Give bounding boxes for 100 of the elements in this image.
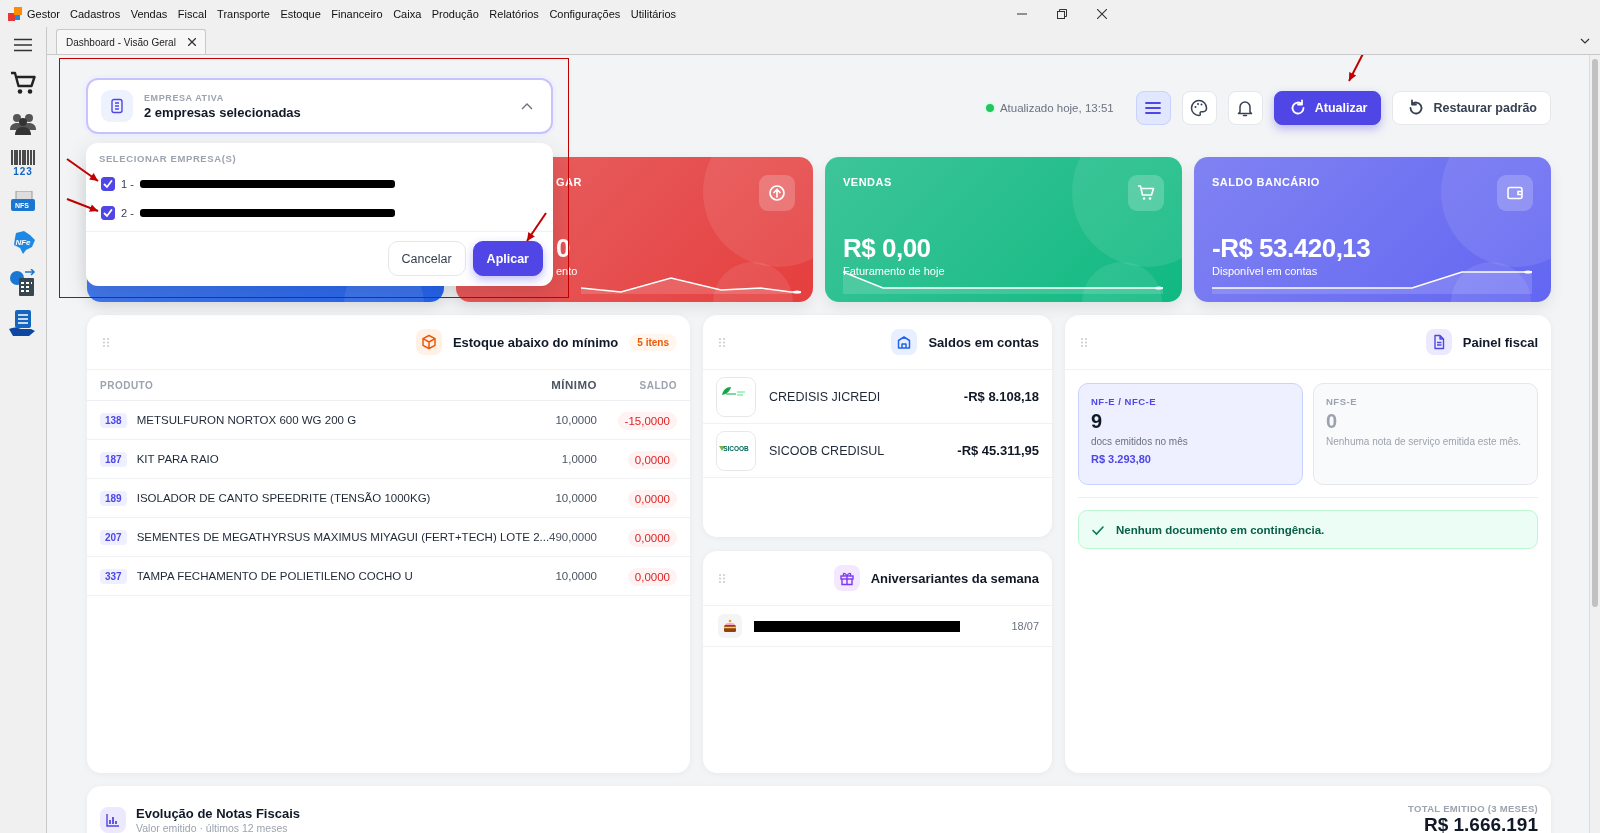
tab-label[interactable]: Dashboard - Visão Geral [66, 36, 176, 48]
menu-item[interactable]: Caixa [393, 7, 422, 20]
menu-item[interactable]: Produção [431, 7, 479, 20]
checkbox[interactable] [101, 176, 115, 191]
bank-logo [716, 376, 756, 417]
document-count: 9 [1091, 410, 1104, 433]
scrollbar-thumb[interactable] [1592, 59, 1598, 607]
drag-handle-icon[interactable] [1081, 337, 1087, 347]
card-title: VENDAS [843, 176, 892, 188]
menu-item[interactable]: Cadastros [70, 7, 121, 20]
drag-handle-icon[interactable] [719, 337, 725, 347]
card-caption: docs emitidos no mês [1091, 435, 1189, 448]
menu-item[interactable]: Relatórios [489, 7, 539, 20]
menu-button[interactable] [1135, 91, 1171, 125]
column-header: SALDO [638, 379, 677, 391]
menu-item[interactable]: Configurações [549, 7, 621, 20]
card-label: NF-E / NFC-E [1091, 396, 1158, 407]
menu-item[interactable]: Transporte [217, 7, 270, 20]
field-value: 2 empresas selecionadas [144, 104, 302, 120]
tab[interactable]: Dashboard - Visão Geral [56, 29, 206, 54]
balance-badge: 0,0000 [627, 489, 677, 508]
product-name: KIT PARA RAIO [136, 453, 219, 465]
document-count: 0 [1326, 410, 1339, 433]
panel-subtitle: Valor emitido · últimos 12 meses [136, 822, 289, 833]
balance-badge: -15,0000 [617, 411, 677, 430]
product-name: TAMPA FECHAMENTO DE POLIETILENO COCHO U [136, 570, 413, 582]
minimum-value: 10,0000 [555, 414, 597, 426]
total-value: R$ 1.666.191 [1422, 814, 1538, 833]
gift-icon [833, 565, 860, 591]
checkmark-icon [103, 178, 113, 189]
menu-item[interactable]: Vendas [130, 7, 168, 20]
code-badge: 187 [100, 451, 127, 467]
bank-icon [891, 329, 918, 355]
checkbox[interactable] [101, 205, 115, 220]
code-badge: 138 [100, 412, 127, 428]
apply-button[interactable]: Aplicar [472, 241, 543, 276]
card-value: R$ 0,00 [843, 233, 932, 264]
menu-icon[interactable] [14, 38, 32, 52]
menu-item[interactable]: Estoque [280, 7, 321, 20]
close-icon[interactable] [187, 38, 196, 46]
panel-title: Evolução de Notas Fiscais [136, 806, 300, 821]
menu-item[interactable]: Fiscal [177, 7, 207, 20]
card-subtitle: ento [556, 265, 579, 277]
palette-icon [1189, 98, 1210, 118]
minimum-value: 490,0000 [549, 531, 597, 543]
close-icon[interactable] [1097, 8, 1107, 19]
restore-window-icon[interactable] [1057, 8, 1067, 19]
chevron-down-icon[interactable] [1580, 38, 1590, 44]
cart-icon [1128, 175, 1164, 211]
product-name: SEMENTES DE MEGATHYRSUS MAXIMUS MIYAGUI (FERT+TECH) LOTE 2... [136, 531, 550, 543]
drag-handle-icon[interactable] [719, 573, 725, 583]
fiscal-card[interactable]: NF-E / NFC-E 9 docs emitidos no mês R$ 3.293,80 [1078, 383, 1303, 485]
chevron-up-icon [521, 102, 533, 110]
birthday-date: 18/07 [1011, 620, 1039, 632]
wallet-icon [1497, 175, 1533, 211]
account-name: CREDISIS JICREDI [769, 389, 882, 404]
palette-button[interactable] [1181, 91, 1217, 125]
option-label[interactable]: 2 - [121, 206, 134, 219]
refresh-button[interactable]: Atualizar [1273, 91, 1382, 125]
money-hand-icon[interactable] [9, 309, 37, 337]
menu-item[interactable]: Financeiro [331, 7, 383, 20]
code-badge: 337 [100, 568, 127, 584]
account-balance: -R$ 8.108,18 [963, 389, 1039, 404]
minimum-value: 10,0000 [555, 570, 597, 582]
account-name: SICOOB CREDISUL [769, 443, 886, 458]
drag-handle-icon[interactable] [103, 337, 109, 347]
field-label: EMPRESA ATIVA [144, 92, 225, 103]
balance-badge: 0,0000 [627, 528, 677, 547]
app-name: Gestor [27, 7, 60, 20]
product-name: ISOLADOR DE CANTO SPEEDRITE (TENSÃO 1000KG) [136, 492, 431, 504]
card-value: -R$ 53.420,13 [1212, 233, 1372, 264]
column-header: PRODUTO [100, 379, 155, 391]
cart-icon[interactable] [10, 71, 36, 95]
cancel-button[interactable]: Cancelar [387, 241, 466, 276]
option-label[interactable]: 1 - [121, 177, 134, 190]
card-label: NFS-E [1326, 396, 1358, 407]
card-title: SALDO BANCÁRIO [1212, 176, 1320, 188]
card-caption: Nenhuma nota de serviço emitida este mês. [1326, 435, 1523, 448]
bell-button[interactable] [1227, 91, 1263, 125]
restore-default-button[interactable]: Restaurar padrão [1392, 91, 1551, 125]
document-icon [1425, 329, 1452, 355]
panel-title: Estoque abaixo do mínimo [452, 334, 619, 350]
card-subtitle: Faturamento de hoje [843, 265, 946, 277]
status-text: Atualizado hoje, 13:51 [999, 102, 1114, 114]
panel-title: Painel fiscal [1462, 334, 1538, 350]
card-title: GAR [556, 176, 582, 188]
count-badge: 5 itens [629, 333, 677, 351]
cake-icon [718, 614, 742, 638]
list-icon [101, 90, 133, 122]
people-icon[interactable] [10, 111, 36, 135]
company-select[interactable]: EMPRESA ATIVA 2 empresas selecionadas [86, 78, 553, 134]
code-badge: 207 [100, 529, 127, 545]
menu-item[interactable]: Utilitários [630, 7, 677, 20]
product-name: METSULFURON NORTOX 600 WG 200 G [136, 414, 357, 426]
box-icon [415, 329, 442, 355]
column-header: MÍNIMO [550, 379, 597, 391]
calculator-icon[interactable] [9, 269, 37, 297]
section-label: SELECIONAR EMPRESA(S) [98, 153, 238, 166]
total-label: TOTAL EMITIDO (3 MESES) [1408, 803, 1538, 814]
minimum-value: 10,0000 [555, 492, 597, 504]
